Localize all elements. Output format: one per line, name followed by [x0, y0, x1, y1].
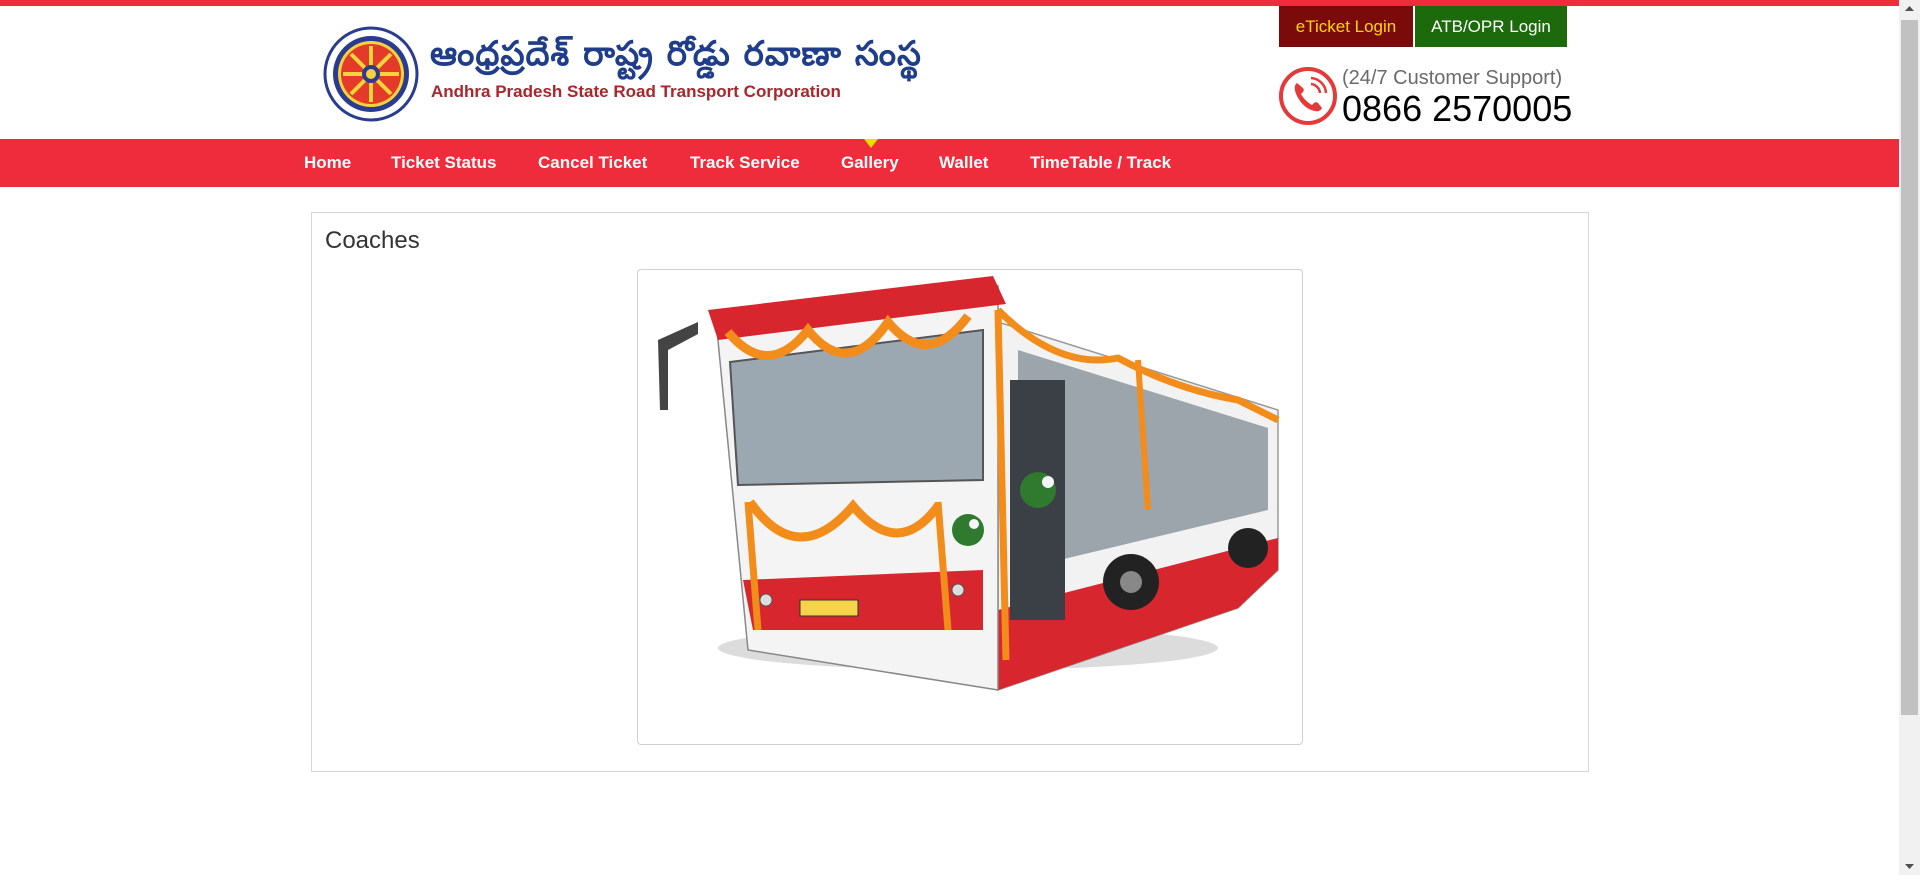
- nav-item-timetable-track[interactable]: TimeTable / Track: [1030, 139, 1171, 187]
- english-title: Andhra Pradesh State Road Transport Corp…: [431, 82, 841, 101]
- gallery-panel: Coaches: [311, 212, 1589, 772]
- support-label: (24/7 Customer Support): [1342, 67, 1563, 89]
- main-nav: Home Ticket Status Cancel Ticket Track S…: [0, 139, 1899, 187]
- bus-photo-icon: [658, 276, 1280, 692]
- eticket-login-button[interactable]: eTicket Login: [1279, 6, 1413, 47]
- nav-item-track-service[interactable]: Track Service: [690, 139, 800, 187]
- nav-item-wallet[interactable]: Wallet: [939, 139, 988, 187]
- scroll-up-arrow-icon[interactable]: [1899, 0, 1920, 18]
- scrollbar-thumb[interactable]: [1901, 20, 1918, 715]
- support-phone-number: 0866 2570005: [1342, 88, 1573, 129]
- section-title: Coaches: [325, 227, 420, 254]
- page-scrollbar[interactable]: [1899, 0, 1920, 875]
- nav-item-ticket-status[interactable]: Ticket Status: [391, 139, 497, 187]
- site-header: ఆంధ్రప్రదేశ్ రాష్ట్ర రోడ్డు రవాణా సంస్థ …: [0, 6, 1899, 139]
- nav-item-home[interactable]: Home: [304, 139, 351, 187]
- nav-item-cancel-ticket[interactable]: Cancel Ticket: [538, 139, 647, 187]
- phone-icon: [1279, 67, 1337, 125]
- gallery-image-frame[interactable]: [637, 269, 1303, 745]
- apsrtc-logo-icon[interactable]: [323, 26, 419, 122]
- scroll-down-arrow-icon[interactable]: [1899, 857, 1920, 875]
- nav-item-gallery[interactable]: Gallery: [841, 139, 899, 187]
- telugu-title: ఆంధ్రప్రదేశ్ రాష్ట్ర రోడ్డు రవాణా సంస్థ: [430, 34, 922, 74]
- atb-opr-login-button[interactable]: ATB/OPR Login: [1415, 6, 1567, 47]
